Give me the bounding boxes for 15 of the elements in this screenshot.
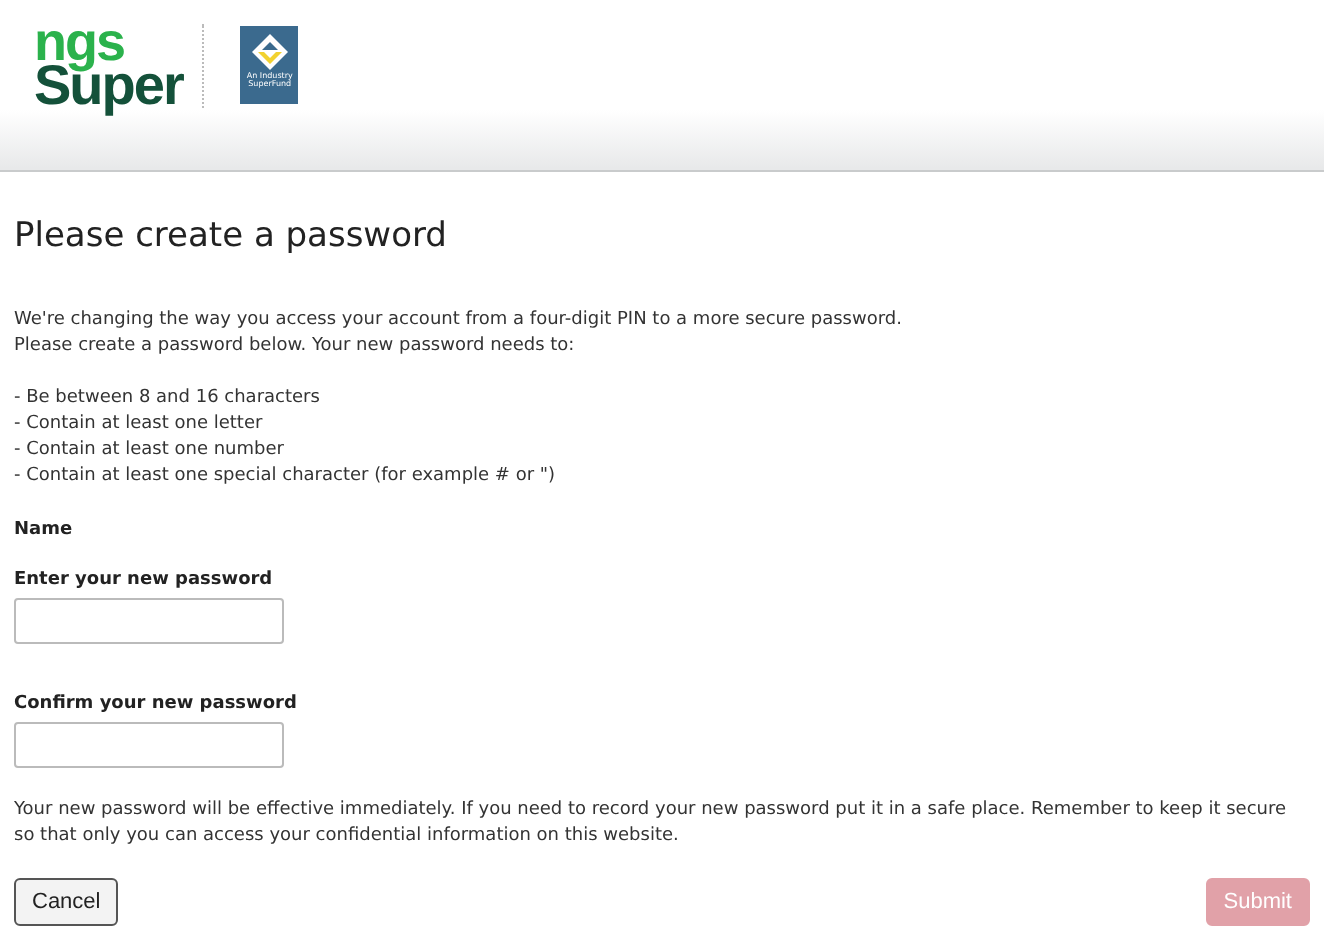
name-label: Name — [14, 518, 75, 544]
requirement-item: - Contain at least one number — [14, 438, 286, 464]
intro-text: Please create a password below. Your new password needs to: — [14, 334, 577, 360]
field-label: Enter your new password — [14, 568, 275, 594]
intro-text: We're changing the way you access your account from a four-digit PIN to a more secure password. — [14, 308, 904, 334]
password-field[interactable] — [14, 598, 284, 644]
page-title: Please create a password — [14, 216, 449, 256]
field-label: Confirm your new password — [14, 692, 299, 718]
diamond-tick-icon — [249, 32, 290, 72]
cancel-button[interactable]: Cancel — [14, 878, 119, 926]
notice-text: Your new password will be effective immediately. If you need to record your new password put it in a safe place. Remember to keep it secure so that only you can access your confidential information on this website. — [14, 798, 1289, 850]
requirement-item: - Contain at least one letter — [14, 412, 265, 438]
requirement-item: - Be between 8 and 16 characters — [14, 386, 322, 412]
requirement-item: - Contain at least one special character (for example # or ") — [14, 464, 558, 490]
password-field[interactable] — [14, 722, 284, 768]
